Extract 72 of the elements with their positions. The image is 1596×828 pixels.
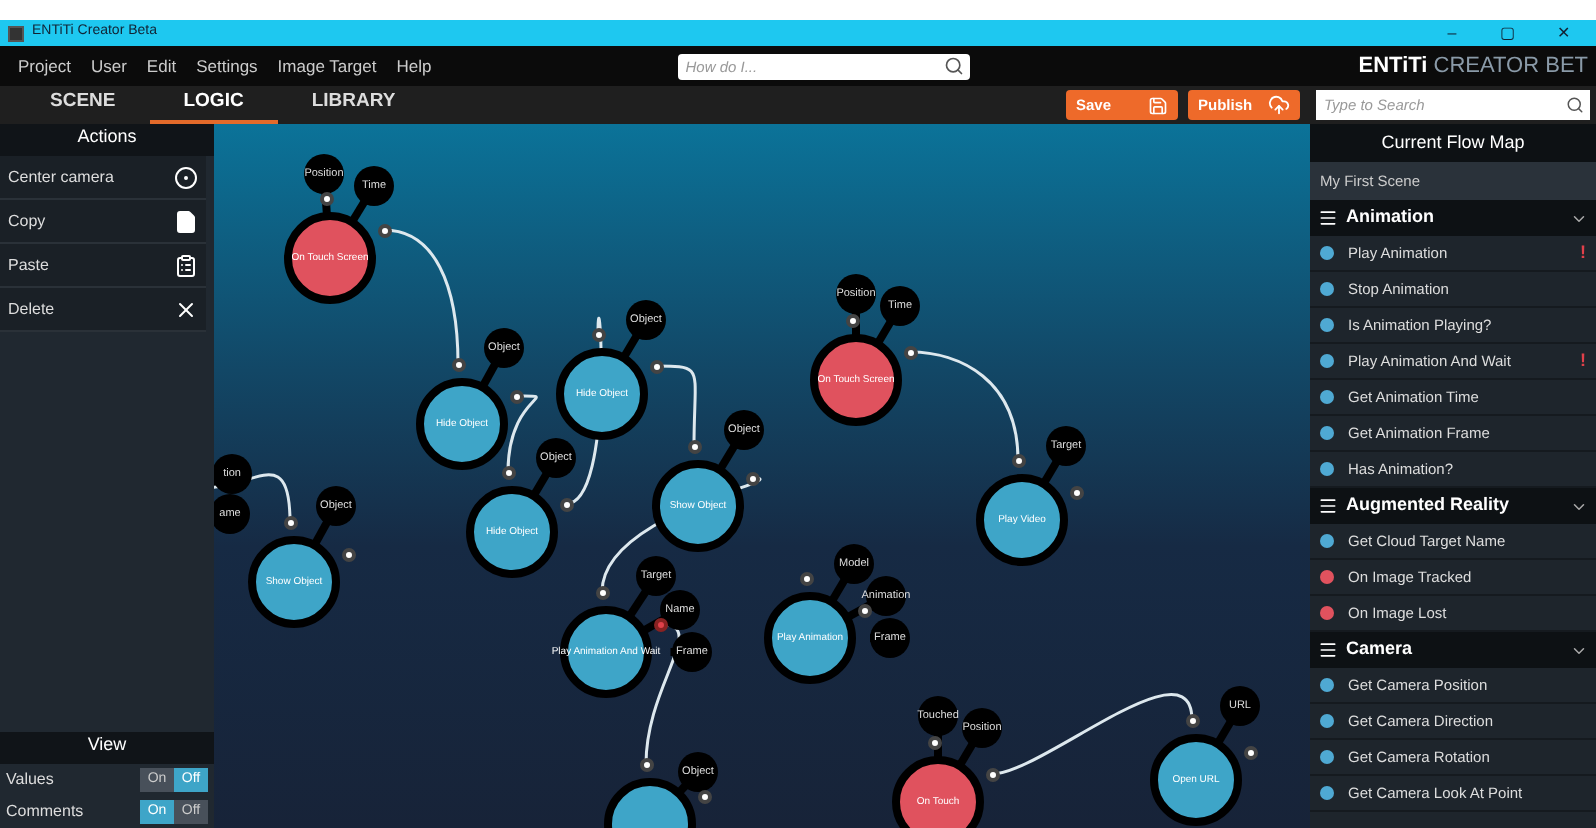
- window-control[interactable]: –: [1428, 21, 1476, 45]
- menu-item[interactable]: Settings: [186, 53, 268, 79]
- socket-icon[interactable]: [283, 515, 297, 529]
- tab[interactable]: LIBRARY: [277, 86, 430, 124]
- toggle-label: Comments: [6, 800, 84, 824]
- action-item[interactable]: Copy: [0, 200, 206, 244]
- socket-icon[interactable]: [501, 465, 515, 479]
- action-item[interactable]: Center camera: [0, 156, 206, 200]
- section-header[interactable]: Camera: [1310, 632, 1596, 668]
- menu-item[interactable]: Image Target: [267, 53, 387, 79]
- socket-icon[interactable]: [509, 389, 523, 403]
- window-control[interactable]: ✕: [1540, 21, 1588, 45]
- menu-icon: [1318, 640, 1338, 660]
- socket-icon[interactable]: [341, 547, 355, 561]
- socket-icon[interactable]: [1243, 745, 1257, 759]
- brand-logo: ENTiTi CREATOR BET: [1358, 51, 1590, 82]
- cloud-upload-icon: [1268, 94, 1290, 116]
- flow-node[interactable]: [248, 536, 340, 628]
- toggle-label: Values: [6, 768, 54, 792]
- search-icon: [943, 56, 964, 76]
- socket-icon[interactable]: [845, 313, 859, 327]
- app-icon: [8, 25, 24, 41]
- socket-icon[interactable]: [639, 757, 653, 771]
- flow-node[interactable]: [892, 756, 984, 828]
- file-icon: [174, 209, 198, 233]
- socket-icon[interactable]: [985, 767, 999, 781]
- socket-icon[interactable]: [697, 789, 711, 803]
- socket-icon[interactable]: [559, 497, 573, 511]
- socket-icon[interactable]: [1185, 713, 1199, 727]
- menu-item[interactable]: User: [80, 53, 137, 79]
- socket-icon[interactable]: [687, 439, 701, 453]
- menu-icon: [1318, 208, 1338, 228]
- panel-header: View: [0, 732, 214, 764]
- tab[interactable]: SCENE: [16, 86, 150, 124]
- flow-node[interactable]: [976, 474, 1068, 566]
- flow-node[interactable]: [810, 334, 902, 426]
- socket-icon[interactable]: [927, 735, 941, 749]
- socket-icon[interactable]: [591, 327, 605, 341]
- socket-icon[interactable]: [745, 471, 759, 485]
- socket-icon[interactable]: [1011, 453, 1025, 467]
- socket-icon[interactable]: [1069, 485, 1083, 499]
- flow-node[interactable]: [764, 592, 856, 684]
- socket-icon[interactable]: [451, 357, 465, 371]
- socket-icon[interactable]: [595, 585, 609, 599]
- socket-icon[interactable]: [799, 571, 813, 585]
- menu-item[interactable]: Edit: [136, 53, 187, 79]
- warning-mark: !: [1580, 239, 1586, 266]
- search-icon: [1566, 96, 1584, 114]
- flow-node[interactable]: [466, 486, 558, 578]
- action-item[interactable]: Paste: [0, 244, 206, 288]
- clipboard-icon: [174, 253, 198, 277]
- socket-icon[interactable]: [377, 223, 391, 237]
- target-icon: [174, 165, 198, 189]
- panel-header: Actions: [0, 124, 214, 156]
- section-header[interactable]: Augmented Reality: [1310, 488, 1596, 524]
- socket-icon[interactable]: [903, 345, 917, 359]
- menu-item[interactable]: Help: [386, 53, 442, 79]
- flow-node[interactable]: [652, 460, 744, 552]
- action-item[interactable]: Delete: [0, 288, 206, 332]
- close-icon: [174, 297, 198, 321]
- flow-node[interactable]: [284, 212, 376, 304]
- flow-node[interactable]: [556, 348, 648, 440]
- window-control[interactable]: ▢: [1484, 21, 1532, 45]
- section-header[interactable]: Animation: [1310, 200, 1596, 236]
- menu-icon: [1318, 496, 1338, 516]
- warning-mark: !: [1580, 347, 1586, 374]
- panel-header: Current Flow Map: [1310, 124, 1596, 162]
- flow-node[interactable]: [416, 378, 508, 470]
- menu-item[interactable]: Project: [8, 53, 81, 79]
- socket-icon[interactable]: [649, 359, 663, 373]
- flow-node[interactable]: [1150, 734, 1242, 826]
- save-icon: [1148, 95, 1168, 115]
